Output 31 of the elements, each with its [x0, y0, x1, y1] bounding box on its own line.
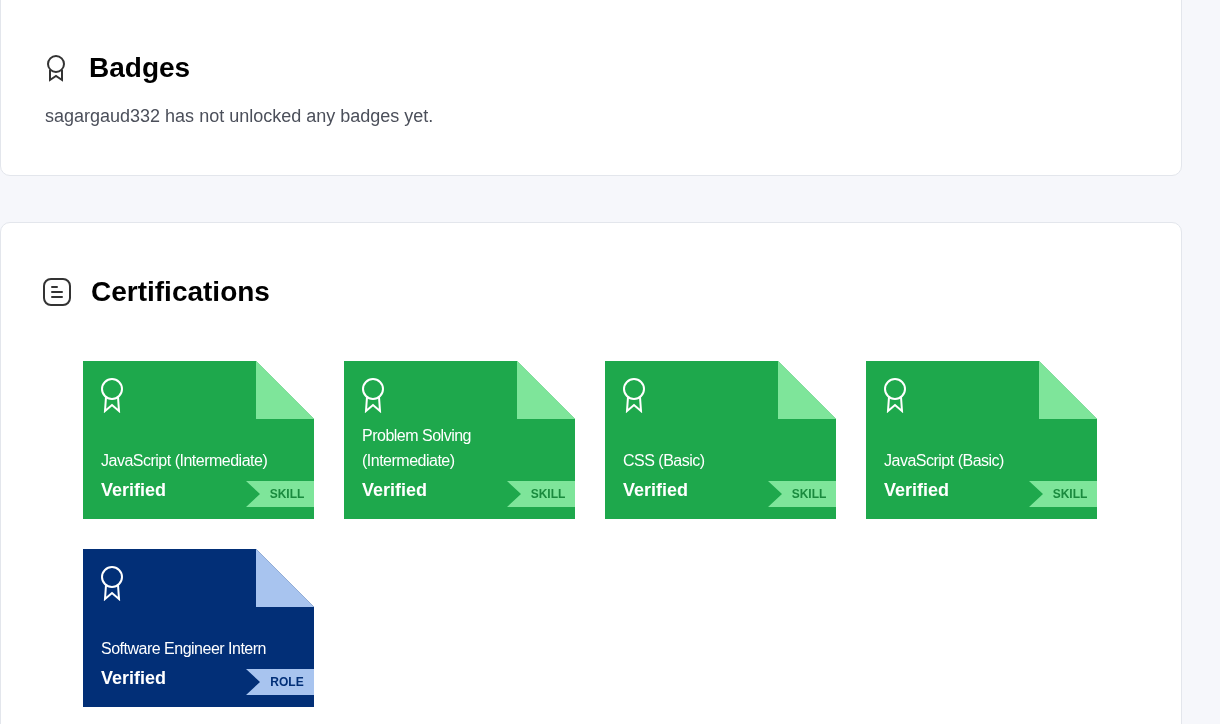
verified-status: Verified: [362, 479, 428, 502]
badges-message: sagargaud332 has not unlocked any badges yet.: [45, 105, 435, 128]
folded-corner: [1039, 361, 1097, 419]
certificate-tag: SKILL: [768, 481, 836, 507]
folded-corner: [256, 549, 314, 607]
certificate-name: JavaScript (Basic): [884, 451, 1005, 471]
certificate-name: CSS (Basic): [623, 451, 706, 471]
ribbon-icon: [621, 377, 647, 413]
verified-status: Verified: [623, 479, 689, 502]
folded-corner: [256, 361, 314, 419]
section-title: Certifications: [91, 275, 270, 309]
certificate-tag: SKILL: [507, 481, 575, 507]
folded-corner: [778, 361, 836, 419]
verified-status: Verified: [884, 479, 950, 502]
section-title: Badges: [89, 51, 191, 85]
certificate-tag: SKILL: [246, 481, 314, 507]
ribbon-icon: [99, 377, 125, 413]
certificate-tag: ROLE: [246, 669, 314, 695]
verified-status: Verified: [101, 667, 167, 690]
certificate-name: Problem Solving (Intermediate): [362, 426, 472, 471]
ribbon-icon: [882, 377, 908, 413]
certificate-name: Software Engineer Intern: [101, 639, 267, 659]
certificate-name: JavaScript (Intermediate): [101, 451, 269, 471]
ribbon-icon: [99, 565, 125, 601]
ribbon-icon: [45, 54, 67, 82]
certificate-card[interactable]: [83, 549, 314, 707]
certificate-tag: SKILL: [1029, 481, 1097, 507]
document-icon: [43, 278, 71, 306]
ribbon-icon: [360, 377, 386, 413]
verified-status: Verified: [101, 479, 167, 502]
folded-corner: [517, 361, 575, 419]
